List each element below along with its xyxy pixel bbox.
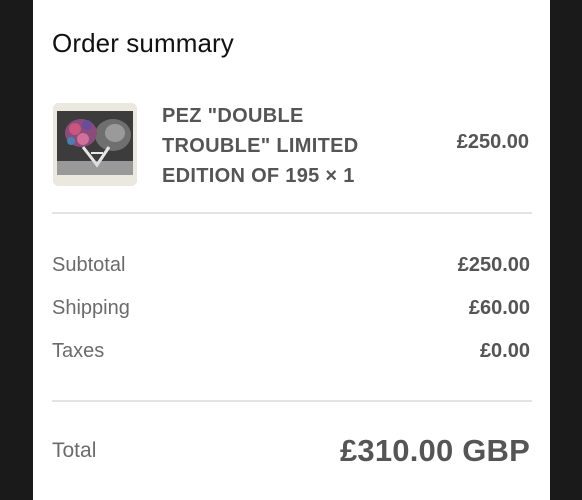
subtotal-label: Subtotal	[52, 253, 126, 276]
product-thumbnail	[53, 103, 137, 186]
subtotal-row: Subtotal £250.00	[52, 250, 530, 280]
divider	[52, 212, 532, 214]
shipping-row: Shipping £60.00	[52, 293, 530, 323]
artwork-thumbnail-icon	[53, 103, 137, 186]
total-label: Total	[52, 439, 97, 462]
taxes-label: Taxes	[52, 339, 105, 362]
divider	[52, 400, 532, 402]
order-summary-panel: Order summary PEZ "DOUBLE TROUBLE" LIMIT…	[33, 0, 550, 500]
total-value: £310.00 GBP	[339, 433, 530, 468]
order-summary-title: Order summary	[52, 28, 234, 58]
taxes-value: £0.00	[479, 339, 530, 362]
product-price: £250.00	[456, 131, 529, 153]
total-row: Total £310.00 GBP	[52, 428, 530, 474]
shipping-value: £60.00	[468, 296, 530, 319]
shipping-label: Shipping	[52, 296, 130, 319]
taxes-row: Taxes £0.00	[52, 336, 530, 366]
product-name: PEZ "DOUBLE TROUBLE" LIMITED EDITION OF …	[162, 105, 359, 187]
subtotal-value: £250.00	[457, 253, 530, 276]
